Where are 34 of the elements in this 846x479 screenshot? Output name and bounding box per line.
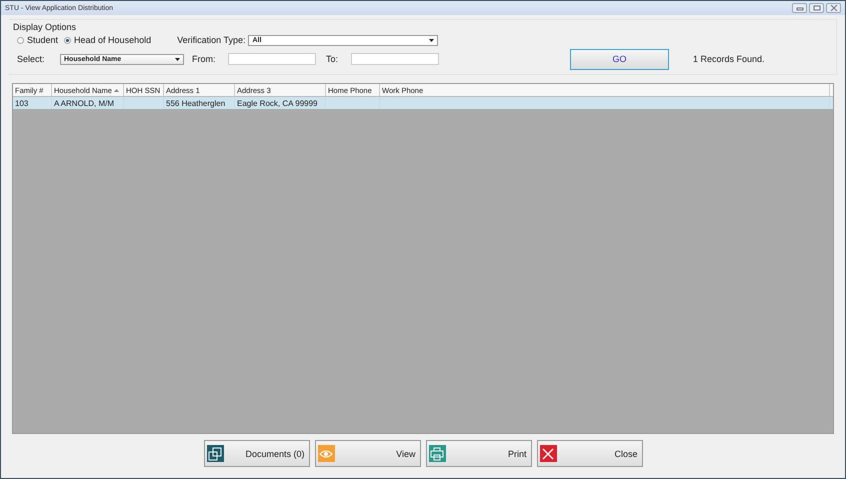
table-cell: A ARNOLD, M/M	[54, 98, 114, 108]
close-window-button[interactable]	[826, 3, 841, 13]
maximize-icon	[812, 5, 820, 11]
radio-label: Student	[27, 35, 58, 45]
table-cell: 103	[15, 98, 28, 108]
minimize-icon	[796, 5, 804, 11]
print-button[interactable]: Print	[426, 440, 532, 467]
go-button[interactable]: GO	[570, 48, 669, 70]
caret-icon	[175, 58, 180, 60]
maximize-button[interactable]	[809, 3, 824, 13]
view-button[interactable]: View	[314, 440, 420, 467]
close-button[interactable]: Close	[536, 440, 642, 467]
sort-icon	[114, 88, 119, 92]
table-cell: Eagle Rock, CA 99999	[237, 98, 318, 108]
group-label: Display Options	[13, 22, 76, 32]
field-label: Select:	[17, 54, 45, 64]
minimize-button[interactable]	[792, 3, 807, 13]
field-label: From:	[192, 54, 216, 64]
table-row[interactable]: 103 A ARNOLD, M/M 556 Heatherglen Eagle Rock, CA 99999	[13, 97, 833, 109]
radio-button[interactable]	[17, 36, 24, 44]
printer-icon	[430, 446, 444, 460]
close-icon	[541, 446, 555, 460]
field-label: Verification Type:	[177, 35, 246, 45]
records-count: 1 Records Found.	[693, 54, 765, 64]
table-cell: 556 Heatherglen	[166, 98, 226, 108]
close-icon	[830, 5, 838, 11]
documents-icon	[208, 446, 222, 460]
caret-icon	[429, 38, 434, 42]
radio-option[interactable]: Student	[17, 35, 58, 45]
field-label: To:	[326, 54, 340, 64]
documents-button[interactable]: Documents (0)	[204, 440, 310, 467]
radio-button[interactable]	[64, 36, 72, 44]
to-field[interactable]	[351, 53, 439, 65]
from-field[interactable]	[228, 53, 316, 65]
